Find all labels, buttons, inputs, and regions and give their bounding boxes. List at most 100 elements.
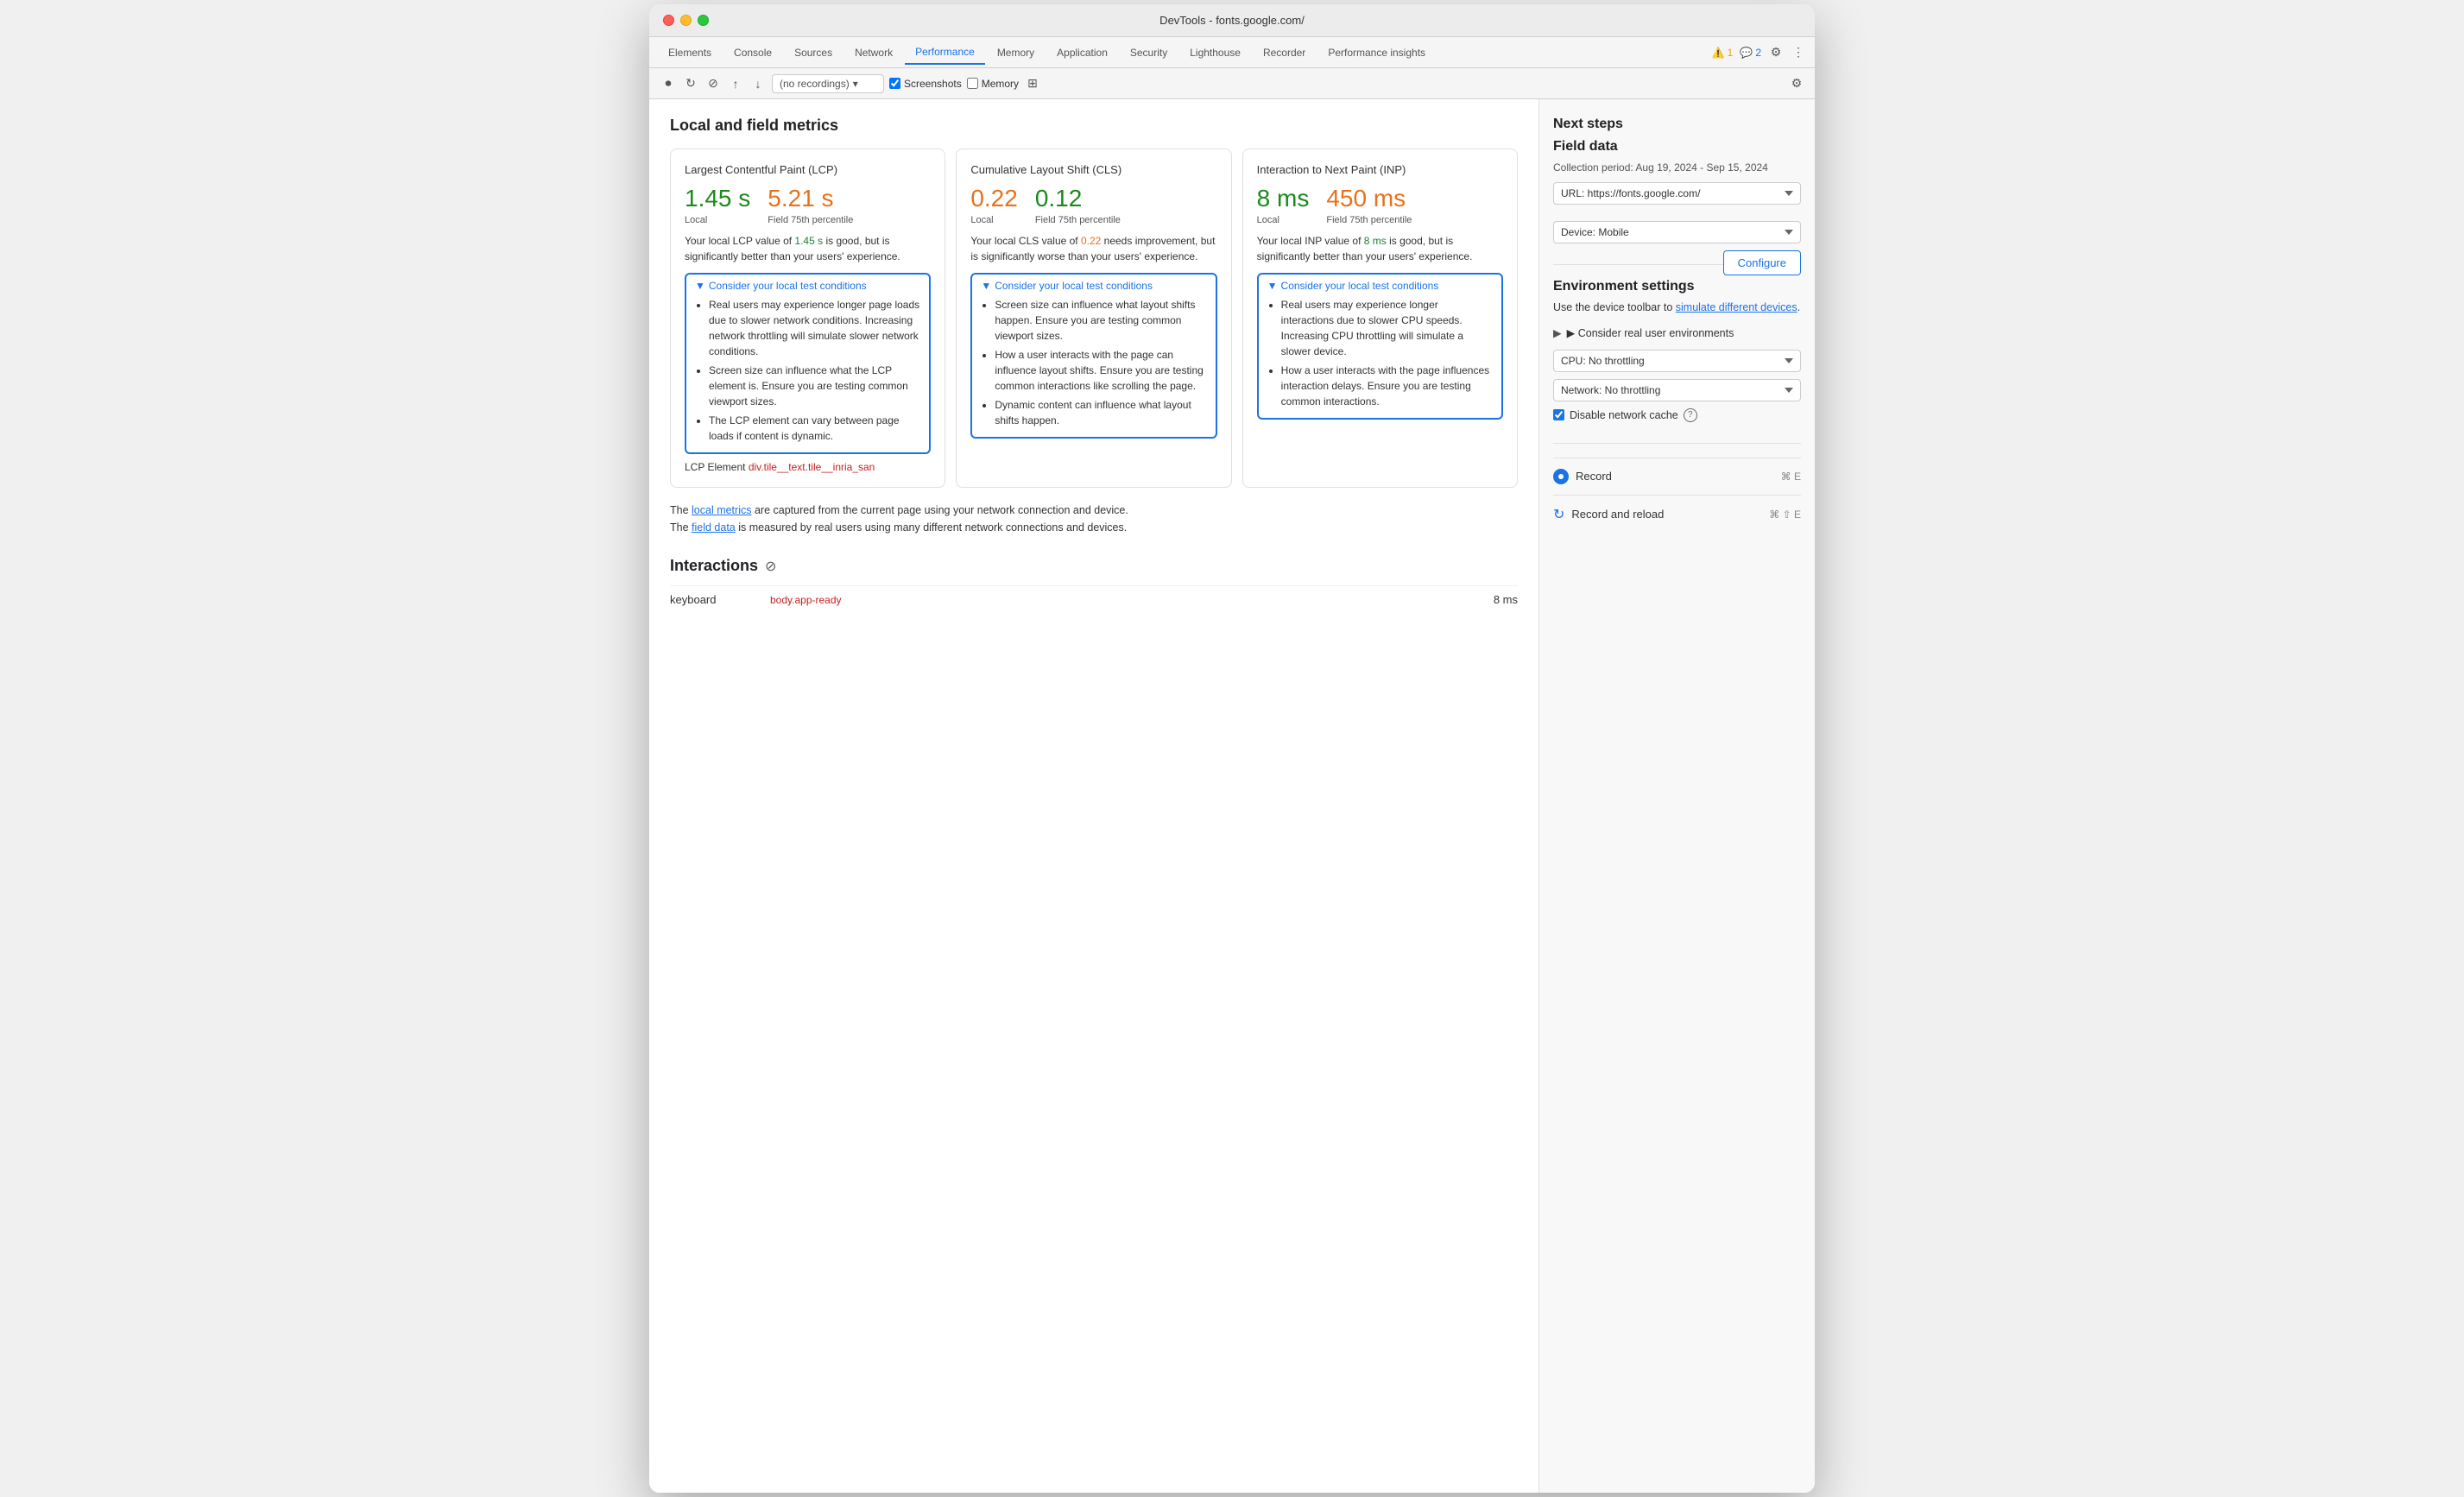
recordings-dropdown[interactable]: (no recordings) ▾: [772, 74, 884, 93]
memory-label: Memory: [982, 78, 1019, 90]
local-metrics-link[interactable]: local metrics: [692, 504, 751, 516]
cls-field-value: 0.12: [1035, 186, 1121, 211]
disable-cache-checkbox[interactable]: [1553, 409, 1564, 420]
settings-icon[interactable]: ⚙: [1768, 45, 1784, 60]
tab-network[interactable]: Network: [844, 41, 903, 64]
tab-sources[interactable]: Sources: [784, 41, 843, 64]
lcp-field-group: 5.21 s Field 75th percentile: [768, 186, 853, 226]
toolbar: ⏺ ↻ ⊘ ↑ ↓ (no recordings) ▾ Screenshots …: [649, 68, 1815, 99]
sidebar: Next steps Field data Collection period:…: [1538, 99, 1815, 1493]
reload-icon: ↻: [1553, 506, 1564, 523]
lcp-bullet-1: Real users may experience longer page lo…: [709, 297, 920, 359]
more-options-icon[interactable]: ⋮: [1791, 45, 1806, 60]
inp-consider-bullets: Real users may experience longer interac…: [1267, 297, 1493, 409]
field-data-link[interactable]: field data: [692, 521, 736, 534]
inp-local-label: Local: [1257, 214, 1310, 226]
chevron-down-icon: ▾: [853, 78, 858, 90]
tab-performance[interactable]: Performance: [905, 41, 985, 65]
consider-real-environments[interactable]: ▶ ▶ Consider real user environments: [1553, 326, 1801, 339]
lcp-consider-box[interactable]: ▼ Consider your local test conditions Re…: [685, 273, 931, 454]
tab-lighthouse[interactable]: Lighthouse: [1179, 41, 1251, 64]
record-label: Record: [1576, 470, 1612, 483]
cls-card: Cumulative Layout Shift (CLS) 0.22 Local…: [956, 148, 1231, 488]
cls-values: 0.22 Local 0.12 Field 75th percentile: [970, 186, 1216, 226]
error-icon: 💬: [1740, 47, 1753, 59]
record-row[interactable]: Record ⌘ E: [1553, 458, 1801, 495]
warning-icon: ⚠️: [1712, 47, 1725, 59]
memory-checkbox[interactable]: [967, 78, 978, 89]
error-badge[interactable]: 💬 2: [1740, 47, 1761, 59]
next-steps-title: Next steps: [1553, 117, 1801, 132]
refresh-icon[interactable]: ↻: [682, 75, 699, 92]
interaction-selector[interactable]: body.app-ready: [770, 594, 1480, 606]
configure-button[interactable]: Configure: [1723, 250, 1801, 275]
lcp-consider-bullets: Real users may experience longer page lo…: [695, 297, 920, 444]
cls-consider-box[interactable]: ▼ Consider your local test conditions Sc…: [970, 273, 1216, 439]
interactions-blocked-icon: ⊘: [765, 558, 776, 575]
cpu-profiler-icon[interactable]: ⊞: [1024, 75, 1041, 92]
record-icon-inner: [1558, 474, 1564, 479]
disable-cache-help-icon[interactable]: ?: [1684, 408, 1697, 422]
recordings-value: (no recordings): [780, 78, 850, 90]
record-circle-icon[interactable]: ⏺: [660, 75, 677, 92]
record-icon: [1553, 469, 1569, 484]
url-dropdown[interactable]: URL: https://fonts.google.com/: [1553, 182, 1801, 205]
lcp-title: Largest Contentful Paint (LCP): [685, 163, 931, 176]
close-button[interactable]: [663, 15, 674, 26]
inp-values: 8 ms Local 450 ms Field 75th percentile: [1257, 186, 1503, 226]
tab-console[interactable]: Console: [723, 41, 782, 64]
network-dropdown[interactable]: Network: No throttling Network: Fast 3G …: [1553, 379, 1801, 401]
lcp-field-label: Field 75th percentile: [768, 214, 853, 226]
download-icon[interactable]: ↓: [749, 75, 767, 92]
upload-icon[interactable]: ↑: [727, 75, 744, 92]
cls-title: Cumulative Layout Shift (CLS): [970, 163, 1216, 176]
toolbar-right: ⚙: [1789, 76, 1804, 92]
tab-security[interactable]: Security: [1120, 41, 1178, 64]
clear-icon[interactable]: ⊘: [704, 75, 722, 92]
device-dropdown[interactable]: Device: Mobile: [1553, 221, 1801, 243]
maximize-button[interactable]: [698, 15, 709, 26]
field-data-title: Field data: [1553, 139, 1801, 155]
main-layout: Local and field metrics Largest Contentf…: [649, 99, 1815, 1493]
interaction-row: keyboard body.app-ready 8 ms: [670, 585, 1518, 613]
inp-description: Your local INP value of 8 ms is good, bu…: [1257, 233, 1503, 264]
cls-consider-header: ▼ Consider your local test conditions: [981, 280, 1206, 292]
lcp-local-value: 1.45 s: [685, 186, 750, 211]
lcp-description: Your local LCP value of 1.45 s is good, …: [685, 233, 931, 264]
content-area: Local and field metrics Largest Contentf…: [649, 99, 1538, 1493]
tab-recorder[interactable]: Recorder: [1253, 41, 1316, 64]
tab-elements[interactable]: Elements: [658, 41, 722, 64]
tab-bar-right: ⚠️ 1 💬 2 ⚙ ⋮: [1712, 45, 1806, 60]
field-data-period: Collection period: Aug 19, 2024 - Sep 15…: [1553, 161, 1801, 174]
inp-bullet-2: How a user interacts with the page influ…: [1281, 363, 1493, 409]
tab-memory[interactable]: Memory: [987, 41, 1045, 64]
cls-bullet-3: Dynamic content can influence what layou…: [995, 397, 1206, 428]
lcp-element-value[interactable]: div.tile__text.tile__inria_san: [749, 461, 875, 473]
sidebar-divider-2: [1553, 443, 1801, 444]
minimize-button[interactable]: [680, 15, 692, 26]
memory-checkbox-group: Memory: [967, 78, 1019, 90]
tab-application[interactable]: Application: [1046, 41, 1118, 64]
screenshots-label: Screenshots: [904, 78, 962, 90]
disable-cache-row: Disable network cache ?: [1553, 408, 1801, 422]
inp-consider-box[interactable]: ▼ Consider your local test conditions Re…: [1257, 273, 1503, 420]
lcp-element: LCP Element div.tile__text.tile__inria_s…: [685, 461, 931, 473]
environment-title-text: Environment settings: [1553, 279, 1695, 294]
interactions-title: Interactions: [670, 557, 758, 575]
environment-description: Use the device toolbar to simulate diffe…: [1553, 300, 1801, 316]
record-reload-label: Record and reload: [1571, 508, 1664, 521]
warning-badge[interactable]: ⚠️ 1: [1712, 47, 1734, 59]
footer-note: The local metrics are captured from the …: [670, 502, 1518, 536]
screenshots-checkbox[interactable]: [889, 78, 900, 89]
simulate-devices-link[interactable]: simulate different devices: [1676, 301, 1797, 313]
cpu-setting-row: CPU: No throttling CPU: 4x slowdown CPU:…: [1553, 350, 1801, 372]
tab-performance-insights[interactable]: Performance insights: [1317, 41, 1436, 64]
field-data-section: Field data Collection period: Aug 19, 20…: [1553, 139, 1801, 243]
cpu-dropdown[interactable]: CPU: No throttling CPU: 4x slowdown CPU:…: [1553, 350, 1801, 372]
screenshots-checkbox-group: Screenshots: [889, 78, 962, 90]
toolbar-settings-icon[interactable]: ⚙: [1789, 76, 1804, 92]
cls-consider-bullets: Screen size can influence what layout sh…: [981, 297, 1206, 428]
record-shortcut: ⌘ E: [1781, 471, 1801, 483]
cls-consider-label: Consider your local test conditions: [995, 280, 1153, 292]
record-reload-row[interactable]: ↻ Record and reload ⌘ ⇧ E: [1553, 495, 1801, 534]
